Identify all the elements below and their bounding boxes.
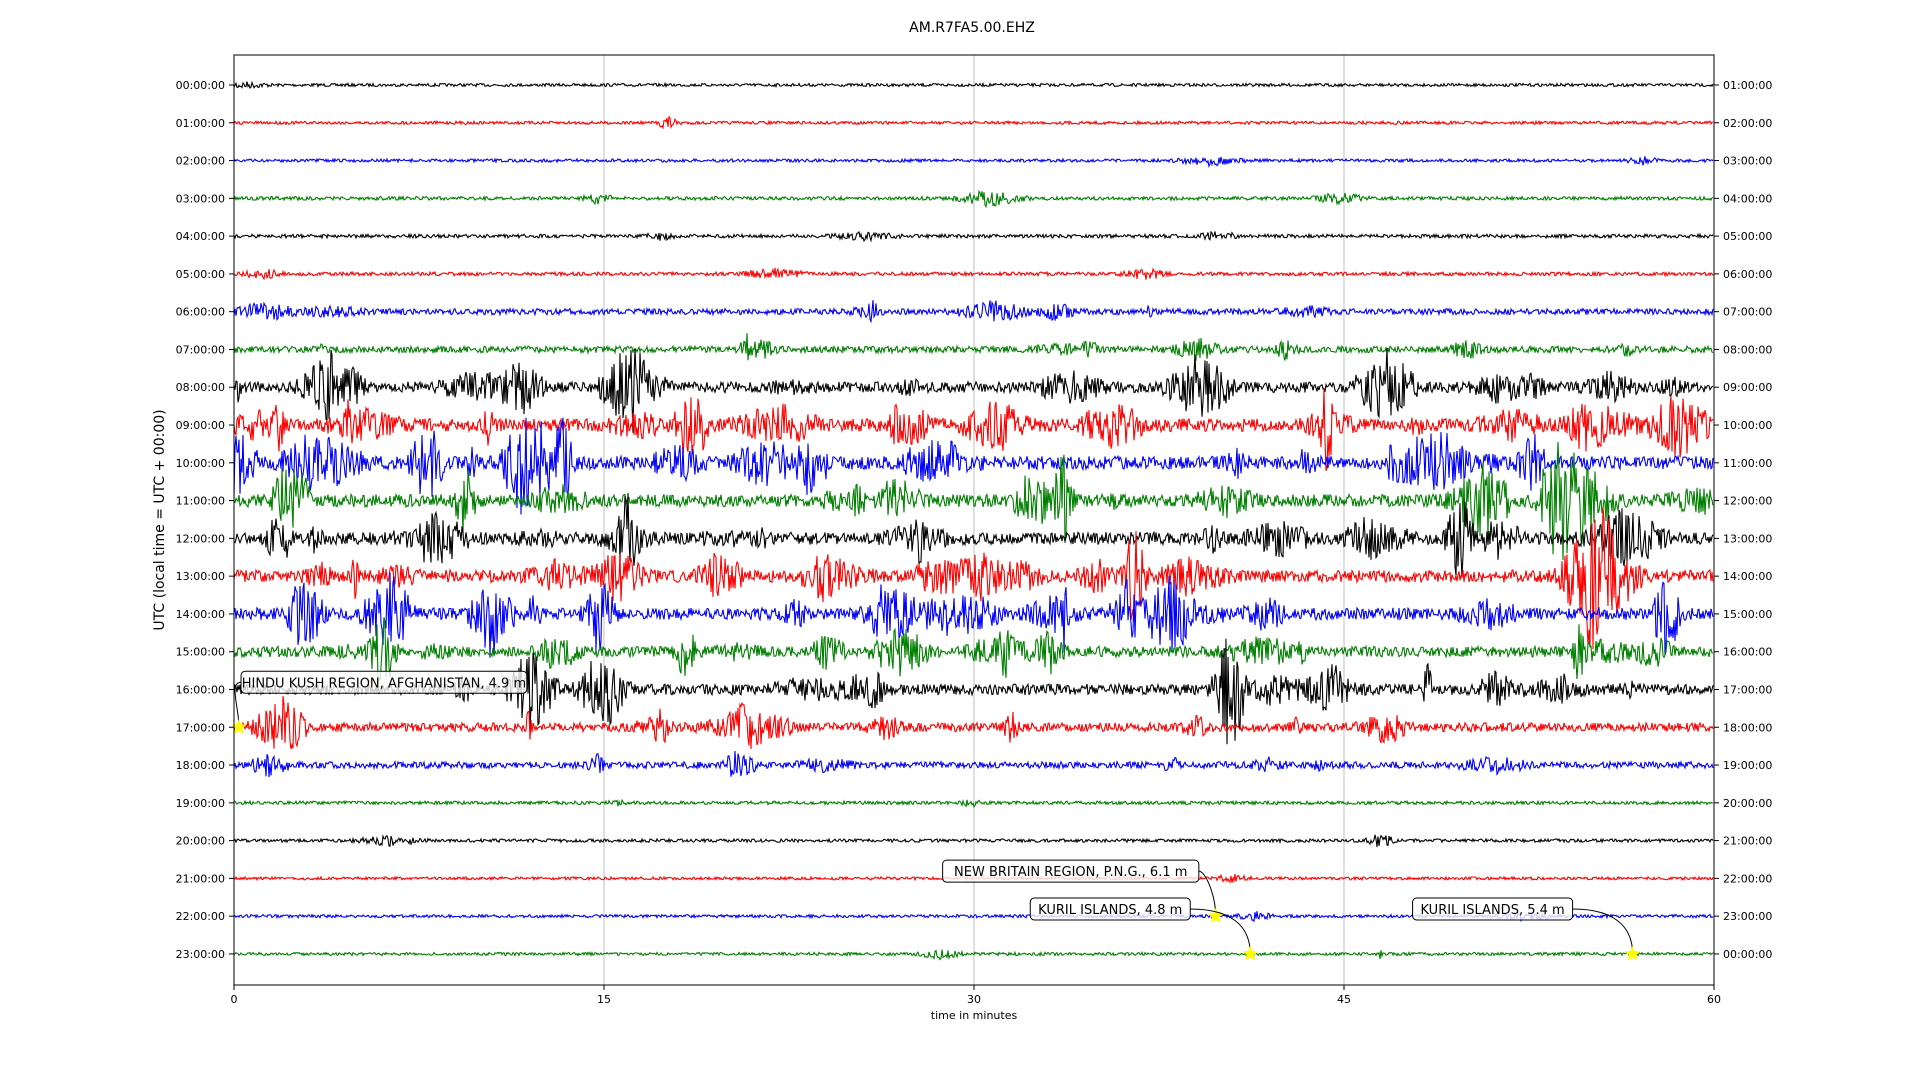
y-tick-label-right-19: 20:00:00 bbox=[1723, 797, 1772, 810]
y-tick-label-right-14: 15:00:00 bbox=[1723, 608, 1772, 621]
event-star-marker-2 bbox=[1242, 945, 1259, 961]
x-tick-label-1: 15 bbox=[597, 993, 611, 1006]
helicorder-chart: AM.R7FA5.00.EHZ 00:00:00 01:00:00 01:00:00… bbox=[152, 20, 1772, 1022]
y-tick-label-right-1: 02:00:00 bbox=[1723, 117, 1772, 130]
x-tick-label-0: 0 bbox=[231, 993, 238, 1006]
trace-row-18 bbox=[233, 750, 1714, 778]
y-tick-label-left-12: 12:00:00 bbox=[176, 532, 225, 545]
x-axis-label: time in minutes bbox=[931, 1009, 1018, 1022]
trace-row-19 bbox=[233, 798, 1713, 808]
event-label-0: HINDU KUSH REGION, AFGHANISTAN, 4.9 m bbox=[242, 676, 526, 691]
x-tick-group: 0 15 30 45 60 bbox=[231, 985, 1721, 1006]
y-tick-label-right-3: 04:00:00 bbox=[1723, 192, 1772, 205]
y-tick-label-left-2: 02:00:00 bbox=[176, 155, 225, 168]
y-tick-label-right-21: 22:00:00 bbox=[1723, 872, 1772, 885]
trace-row-20 bbox=[233, 834, 1714, 847]
trace-row-0 bbox=[233, 80, 1714, 89]
y-tick-label-right-22: 23:00:00 bbox=[1723, 910, 1772, 923]
y-tick-label-left-6: 06:00:00 bbox=[176, 306, 225, 319]
y-tick-label-right-8: 09:00:00 bbox=[1723, 381, 1772, 394]
y-tick-label-left-1: 01:00:00 bbox=[176, 117, 225, 130]
y-tick-label-left-13: 13:00:00 bbox=[176, 570, 225, 583]
trace-row-1 bbox=[233, 115, 1714, 130]
y-tick-label-right-12: 13:00:00 bbox=[1723, 532, 1772, 545]
y-tick-label-left-5: 05:00:00 bbox=[176, 268, 225, 281]
y-tick-label-right-11: 12:00:00 bbox=[1723, 495, 1772, 508]
trace-row-3 bbox=[233, 189, 1714, 209]
trace-row-6 bbox=[233, 300, 1714, 324]
y-tick-label-right-6: 07:00:00 bbox=[1723, 306, 1772, 319]
trace-row-5 bbox=[233, 267, 1714, 281]
chart-title: AM.R7FA5.00.EHZ bbox=[909, 20, 1035, 36]
y-tick-label-left-19: 19:00:00 bbox=[176, 797, 225, 810]
y-tick-label-right-10: 11:00:00 bbox=[1723, 457, 1772, 470]
y-tick-label-right-4: 05:00:00 bbox=[1723, 230, 1772, 243]
y-tick-label-left-3: 03:00:00 bbox=[176, 192, 225, 205]
y-tick-label-left-14: 14:00:00 bbox=[176, 608, 225, 621]
y-tick-label-right-17: 18:00:00 bbox=[1723, 721, 1772, 734]
y-tick-label-right-2: 03:00:00 bbox=[1723, 155, 1772, 168]
x-tick-label-4: 60 bbox=[1707, 993, 1721, 1006]
y-tick-label-right-7: 08:00:00 bbox=[1723, 343, 1772, 356]
trace-group bbox=[233, 80, 1714, 961]
y-tick-label-left-23: 23:00:00 bbox=[176, 948, 225, 961]
y-tick-label-left-20: 20:00:00 bbox=[176, 835, 225, 848]
y-tick-label-left-8: 08:00:00 bbox=[176, 381, 225, 394]
y-tick-label-right-5: 06:00:00 bbox=[1723, 268, 1772, 281]
trace-row-2 bbox=[233, 156, 1714, 169]
y-tick-label-left-10: 10:00:00 bbox=[176, 457, 225, 470]
event-label-2: KURIL ISLANDS, 4.8 m bbox=[1038, 903, 1182, 918]
y-tick-label-left-0: 00:00:00 bbox=[176, 79, 225, 92]
y-tick-label-left-15: 15:00:00 bbox=[176, 646, 225, 659]
event-label-3: KURIL ISLANDS, 5.4 m bbox=[1421, 903, 1565, 918]
y-tick-label-left-4: 04:00:00 bbox=[176, 230, 225, 243]
y-tick-label-left-16: 16:00:00 bbox=[176, 683, 225, 696]
y-tick-label-right-20: 21:00:00 bbox=[1723, 835, 1772, 848]
trace-row-23 bbox=[233, 949, 1714, 961]
x-tick-label-3: 45 bbox=[1337, 993, 1351, 1006]
y-tick-label-right-16: 17:00:00 bbox=[1723, 683, 1772, 696]
y-tick-label-left-7: 07:00:00 bbox=[176, 343, 225, 356]
event-label-1: NEW BRITAIN REGION, P.N.G., 6.1 m bbox=[954, 865, 1187, 880]
y-tick-label-right-18: 19:00:00 bbox=[1723, 759, 1772, 772]
y-tick-label-left-17: 17:00:00 bbox=[176, 721, 225, 734]
y-tick-label-right-15: 16:00:00 bbox=[1723, 646, 1772, 659]
y-tick-label-right-9: 10:00:00 bbox=[1723, 419, 1772, 432]
y-tick-label-right-13: 14:00:00 bbox=[1723, 570, 1772, 583]
y-axis-label: UTC (local time = UTC + 00:00) bbox=[152, 409, 168, 630]
y-tick-label-right-0: 01:00:00 bbox=[1723, 79, 1772, 92]
y-tick-label-left-11: 11:00:00 bbox=[176, 495, 225, 508]
event-star-marker-3 bbox=[1624, 945, 1641, 961]
y-tick-label-right-23: 00:00:00 bbox=[1723, 948, 1772, 961]
y-tick-label-left-21: 21:00:00 bbox=[176, 872, 225, 885]
trace-row-4 bbox=[233, 230, 1714, 243]
trace-row-9 bbox=[233, 388, 1714, 471]
y-tick-label-left-9: 09:00:00 bbox=[176, 419, 225, 432]
trace-row-7 bbox=[233, 333, 1714, 362]
y-tick-label-left-18: 18:00:00 bbox=[176, 759, 225, 772]
x-tick-label-2: 30 bbox=[967, 993, 981, 1006]
trace-row-17 bbox=[233, 696, 1714, 750]
y-tick-label-left-22: 22:00:00 bbox=[176, 910, 225, 923]
